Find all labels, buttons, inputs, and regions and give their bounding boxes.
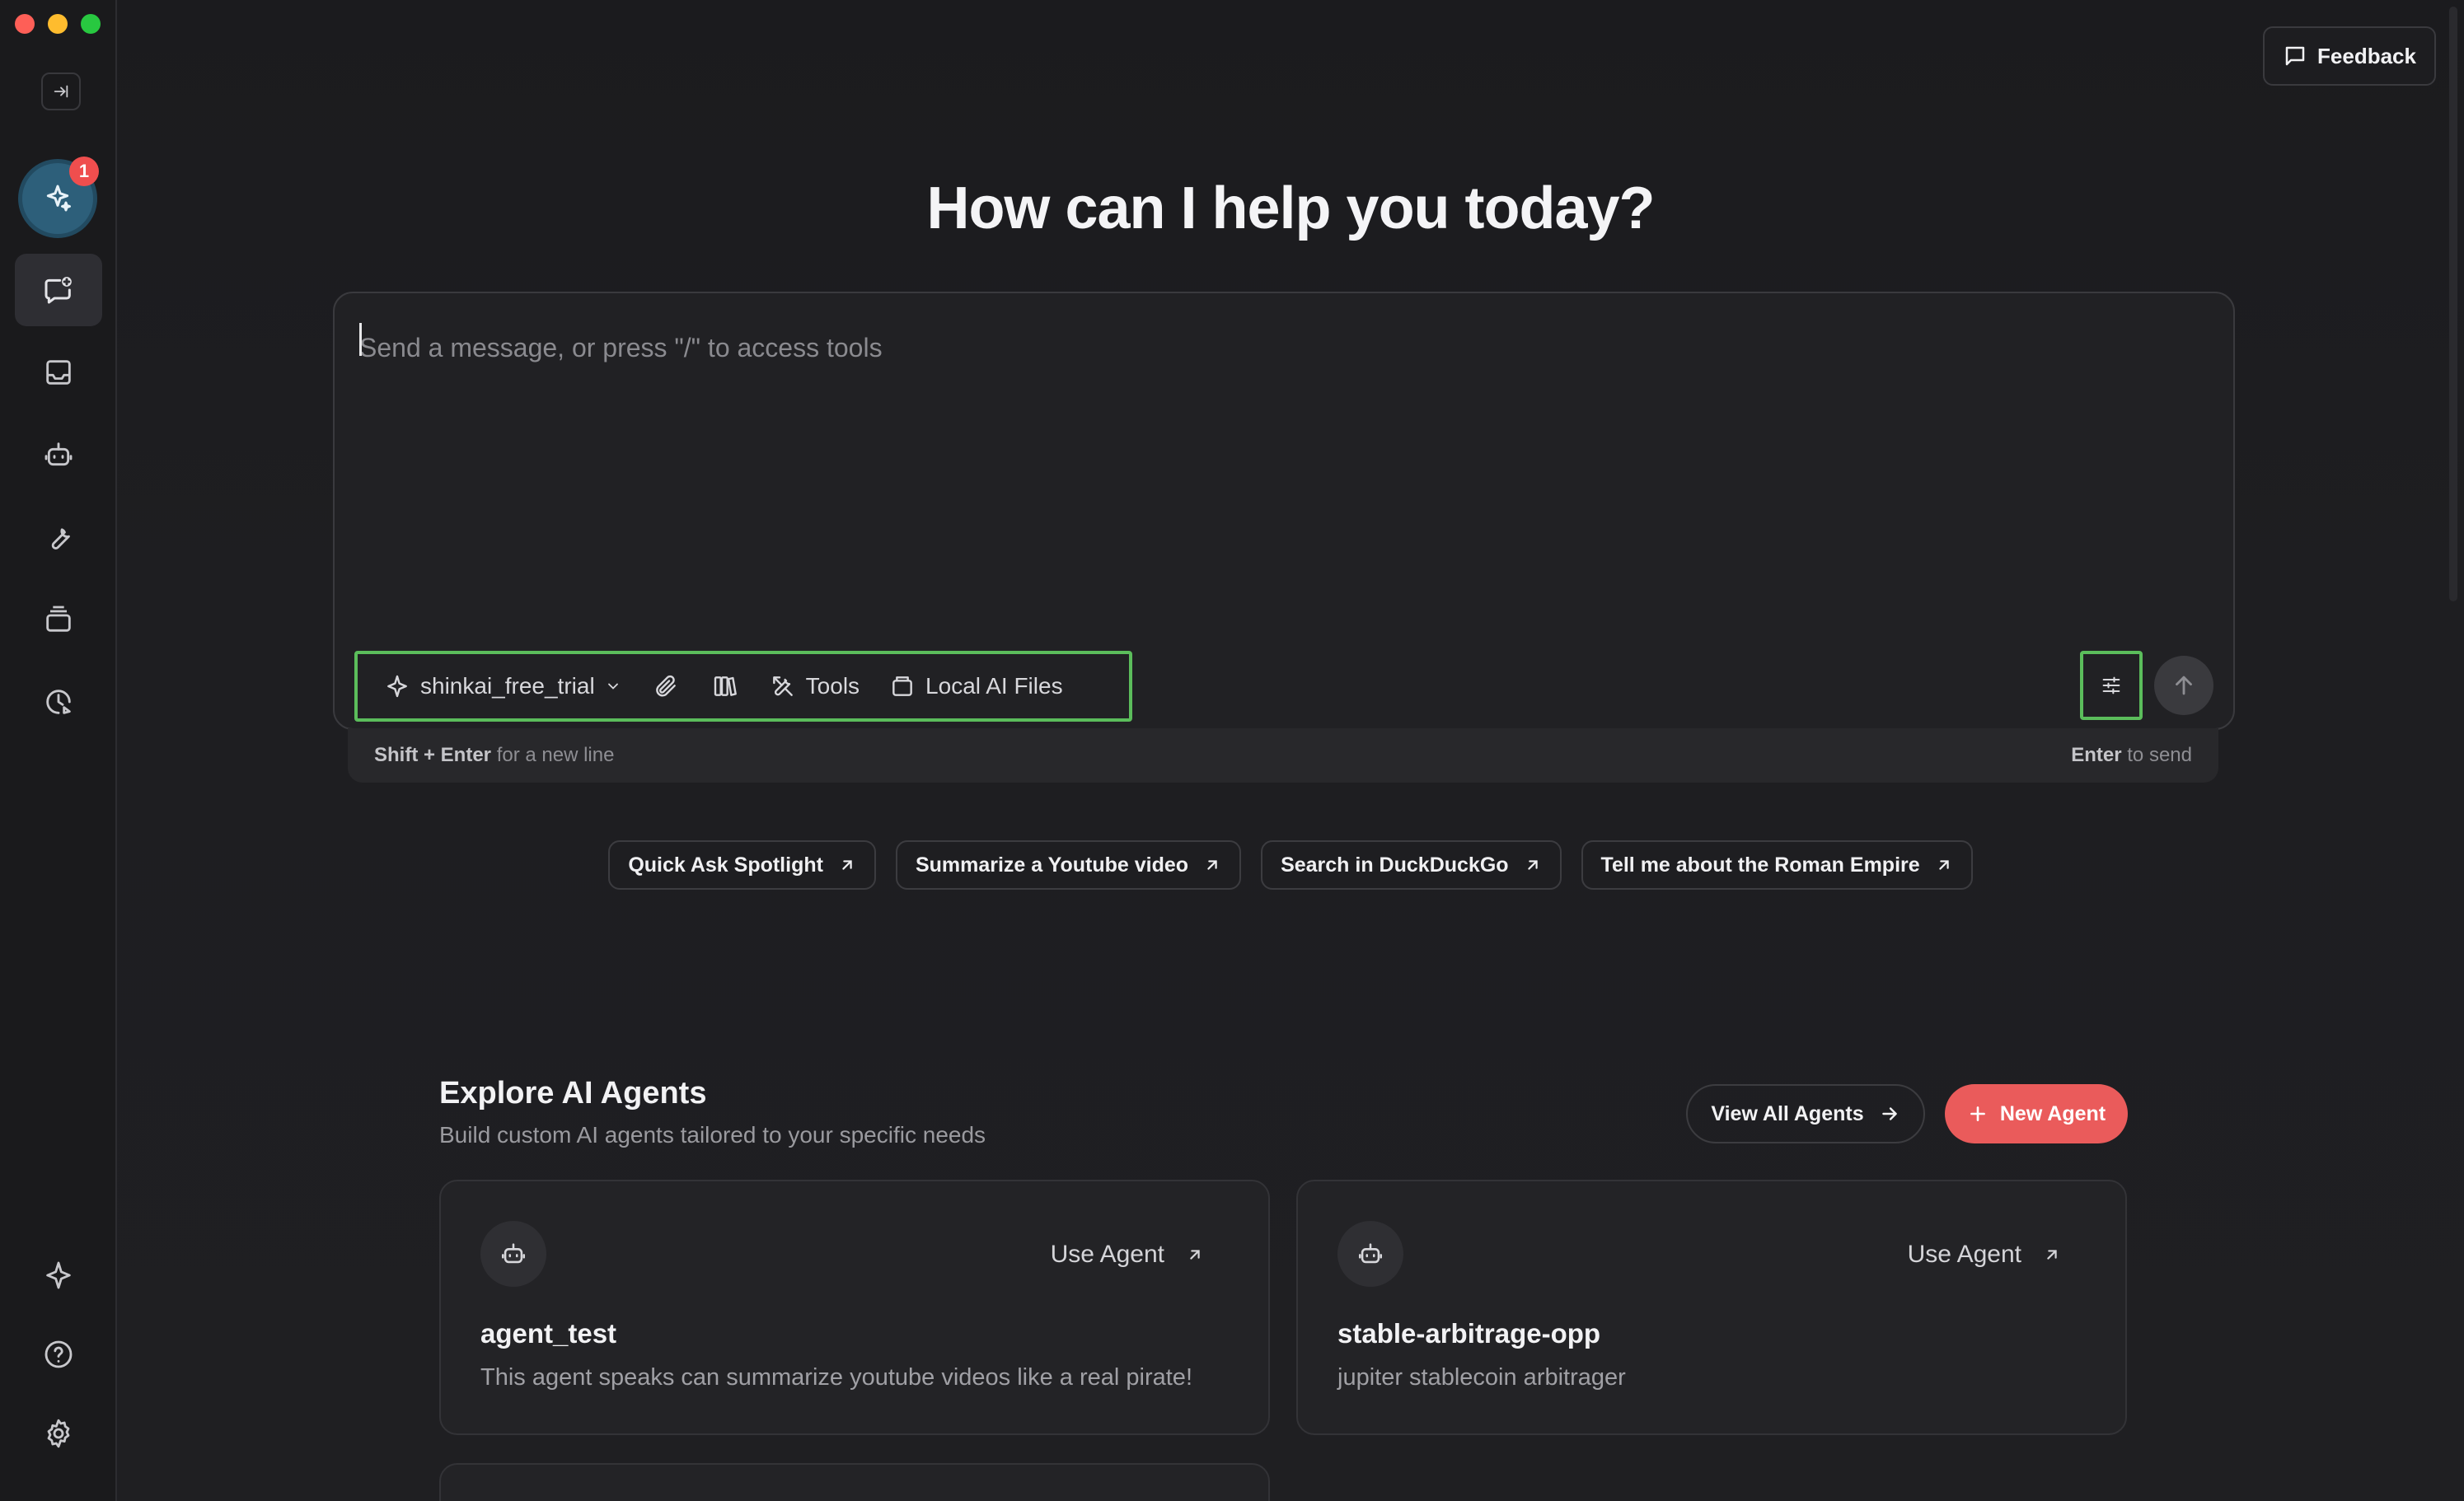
notification-badge: 1 <box>69 157 99 186</box>
sidebar-item-files[interactable] <box>15 583 102 656</box>
use-agent-button[interactable]: Use Agent <box>1051 1241 1204 1269</box>
sidebar-item-help[interactable] <box>15 1318 102 1391</box>
chat-plus-icon <box>45 277 72 304</box>
new-agent-button[interactable]: New Agent <box>1945 1084 2128 1143</box>
suggestion-chip[interactable]: Tell me about the Roman Empire <box>1581 840 1973 890</box>
sidebar-item-settings[interactable] <box>15 1397 102 1470</box>
tools-button[interactable]: Tools <box>755 662 874 711</box>
chat-settings-button[interactable] <box>2080 651 2143 720</box>
composer-toolbar: shinkai_free_trial Tools Local AI Files <box>354 651 1132 722</box>
local-ai-files-button[interactable]: Local AI Files <box>874 662 1078 711</box>
sidebar: 1 <box>0 0 117 1501</box>
local-ai-files-label: Local AI Files <box>925 673 1063 699</box>
archive-icon <box>46 606 71 632</box>
chevron-down-icon <box>607 683 618 690</box>
robot-icon <box>1358 1243 1383 1264</box>
explore-agents-subtitle: Build custom AI agents tailored to your … <box>439 1122 986 1148</box>
sidebar-item-spark[interactable] <box>15 1239 102 1312</box>
help-icon <box>45 1340 73 1368</box>
sparkle-icon <box>46 1261 71 1289</box>
arrow-right-icon <box>1881 1107 1897 1120</box>
wrench-icon <box>51 528 70 549</box>
paperclip-icon <box>655 675 676 697</box>
attach-file-button[interactable] <box>636 662 696 711</box>
model-label: shinkai_free_trial <box>420 673 595 699</box>
expand-sidebar-icon <box>54 85 68 98</box>
arrow-up-right-icon <box>2047 1250 2057 1260</box>
agent-card-partial[interactable] <box>439 1463 1270 1501</box>
arrow-up-right-icon <box>842 860 852 870</box>
view-all-agents-button[interactable]: View All Agents <box>1686 1084 1925 1143</box>
agent-avatar <box>480 1221 546 1287</box>
arrow-up-right-icon <box>1938 860 1949 870</box>
suggestion-chip[interactable]: Quick Ask Spotlight <box>608 840 876 890</box>
books-icon <box>714 676 737 696</box>
message-square-icon <box>2285 46 2305 66</box>
sidebar-item-tasks[interactable] <box>15 666 102 738</box>
agent-card[interactable]: Use Agent agent_test This agent speaks c… <box>439 1180 1270 1435</box>
agent-card[interactable]: Use Agent stable-arbitrage-opp jupiter s… <box>1296 1180 2127 1435</box>
gear-icon <box>47 1419 70 1448</box>
suggestion-chip[interactable]: Summarize a Youtube video <box>895 840 1242 890</box>
robot-icon <box>45 442 73 466</box>
feedback-button[interactable]: Feedback <box>2263 26 2436 86</box>
model-selector[interactable]: shinkai_free_trial <box>369 662 636 711</box>
zoom-window-button[interactable] <box>81 14 101 34</box>
expand-sidebar-button[interactable] <box>41 72 81 110</box>
folder-icon <box>892 676 912 696</box>
agent-name: stable-arbitrage-opp <box>1337 1318 1601 1349</box>
use-agent-button[interactable]: Use Agent <box>1908 1241 2061 1269</box>
sidebar-item-new-chat[interactable] <box>15 254 102 326</box>
suggestion-chips: Quick Ask Spotlight Summarize a Youtube … <box>117 840 2464 890</box>
suggestion-chip[interactable]: Search in DuckDuckGo <box>1261 840 1562 890</box>
knowledge-button[interactable] <box>696 662 755 711</box>
minimize-window-button[interactable] <box>48 14 68 34</box>
agent-description: jupiter stablecoin arbitrager <box>1337 1364 1626 1391</box>
agent-description: This agent speaks can summarize youtube … <box>480 1364 1192 1391</box>
sidebar-item-inbox[interactable] <box>15 336 102 409</box>
clock-icon <box>46 690 71 714</box>
robot-icon <box>501 1243 526 1264</box>
sparkle-icon <box>46 185 71 212</box>
text-caret <box>359 323 362 356</box>
page-title: How can I help you today? <box>926 175 1655 241</box>
composer-hint-bar: Shift + Enter for a new line Enter to se… <box>348 728 2218 783</box>
tools-icon <box>772 676 793 696</box>
feedback-label: Feedback <box>2317 43 2416 68</box>
send-button[interactable] <box>2154 656 2213 715</box>
close-window-button[interactable] <box>15 14 35 34</box>
tools-label: Tools <box>805 673 860 699</box>
message-composer: shinkai_free_trial Tools Local AI Files <box>333 292 2235 730</box>
arrow-up-right-icon <box>1207 860 1217 870</box>
arrow-up-right-icon <box>1190 1250 1200 1260</box>
sidebar-item-tools[interactable] <box>15 501 102 573</box>
scrollbar[interactable] <box>2449 7 2457 601</box>
plus-icon <box>1970 1106 1985 1121</box>
send-hint: Enter to send <box>2071 744 2192 766</box>
arrow-up-right-icon <box>1527 860 1538 870</box>
arrow-up-icon <box>2176 676 2192 695</box>
agent-avatar <box>1337 1221 1403 1287</box>
message-input[interactable] <box>359 323 2172 372</box>
sparkle-icon <box>387 675 407 698</box>
explore-agents-title: Explore AI Agents <box>439 1076 707 1111</box>
app-window: 1 Feedback How can I help you today? Sen… <box>0 0 2464 1501</box>
agent-name: agent_test <box>480 1318 617 1349</box>
inbox-icon <box>46 360 71 385</box>
newline-hint: Shift + Enter for a new line <box>374 744 615 766</box>
sidebar-item-agents[interactable] <box>15 419 102 491</box>
sliders-icon <box>2102 676 2120 694</box>
